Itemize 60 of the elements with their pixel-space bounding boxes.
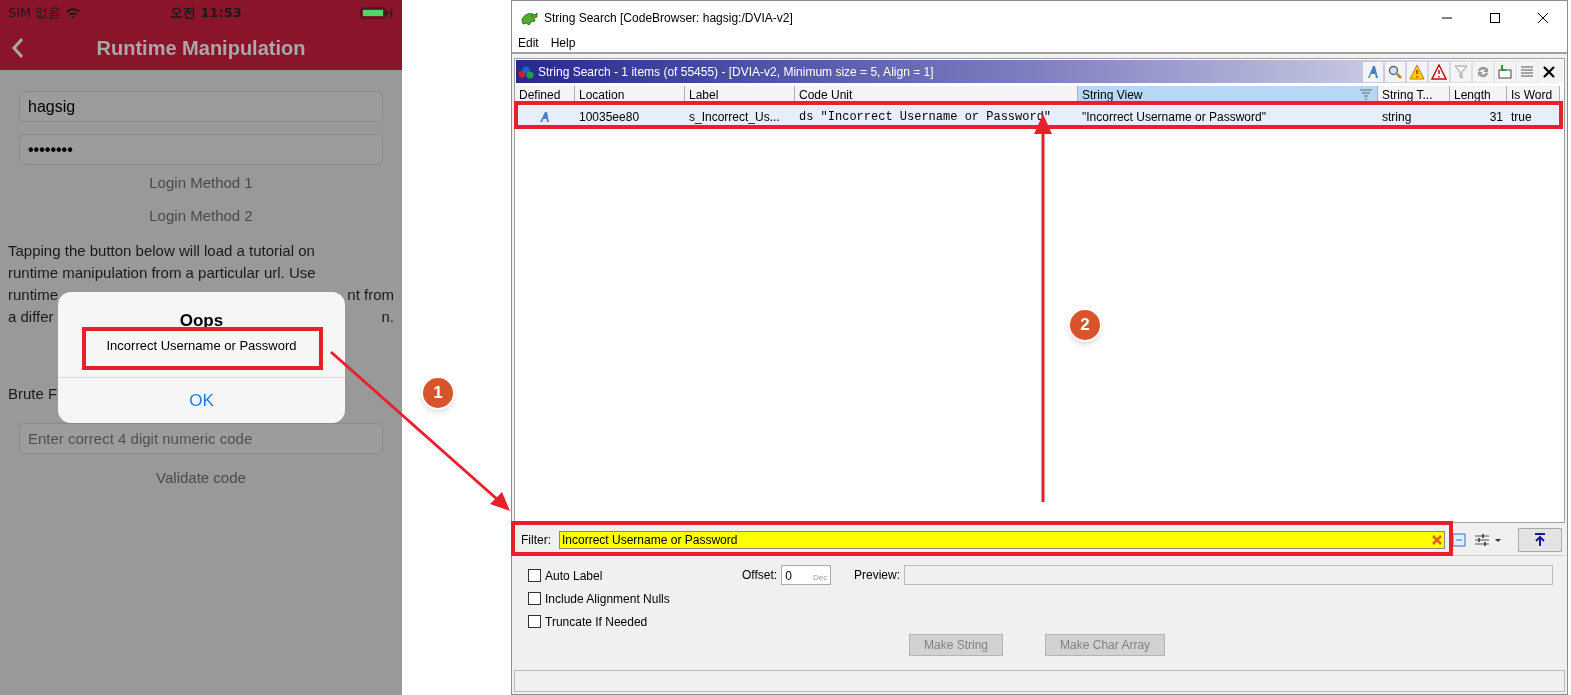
checkbox-label: Truncate If Needed (545, 613, 648, 631)
refresh-icon[interactable] (1473, 61, 1493, 82)
paragraph-text: runtime manipulation from a particular url. Use (8, 263, 316, 283)
screen-title: Runtime Manipulation (96, 36, 306, 61)
settings-icon[interactable] (1473, 532, 1503, 548)
table-cell-text: s_Incorrect_Us... (688, 109, 781, 126)
alert-title: Oops (179, 311, 224, 331)
unit-label: Dec (812, 572, 828, 584)
paragraph-text: nt from (347, 285, 394, 305)
paragraph-text: runtime (8, 285, 59, 305)
defined-icon (539, 111, 551, 123)
clear-icon[interactable] (1432, 535, 1442, 545)
filter-label: Filter: (521, 532, 551, 549)
preview-field[interactable] (904, 565, 1553, 585)
checkbox[interactable] (528, 569, 541, 582)
section-label: Brute F (8, 384, 58, 404)
step-badge: 1 (421, 376, 455, 410)
table-cell-text: 31 (1488, 109, 1504, 126)
table-cell-text: true (1510, 109, 1533, 126)
username-field[interactable]: hagsig (19, 91, 383, 122)
paragraph-text: Tapping the button below will load a tutorial on (8, 241, 315, 261)
paragraph-text: a differ (8, 307, 54, 327)
wifi-icon (65, 7, 82, 19)
search-icon[interactable] (1385, 61, 1405, 82)
menu-item[interactable]: Help (550, 34, 576, 52)
battery-icon (360, 6, 394, 20)
carrier-text: SIM 없음 (8, 4, 62, 23)
filter-field[interactable]: Incorrect Username or Password (559, 531, 1445, 549)
checkbox-label: Include Alignment Nulls (545, 590, 670, 608)
checkbox[interactable] (528, 592, 541, 605)
close-icon (1537, 11, 1549, 24)
password-field[interactable]: •••••••• (19, 134, 383, 165)
panel-title: String Search - 1 items (of 55455) - [DVIA-v2, Minimum size = 5, Align = 1] (538, 63, 934, 81)
offset-label: Offset: (742, 567, 778, 584)
window-title: String Search [CodeBrowser: hagsig:/DVIA-v2] (544, 9, 793, 27)
clock-text: 오전 11:53 (170, 4, 242, 23)
sort-icon (1359, 88, 1373, 101)
select-icon[interactable] (1495, 61, 1515, 82)
document-icon[interactable] (1451, 532, 1467, 548)
offset-field[interactable]: 0 Dec (781, 565, 832, 585)
ok-button[interactable]: OK (58, 378, 345, 423)
warning-icon[interactable] (1407, 61, 1427, 82)
back-icon[interactable] (11, 37, 25, 59)
table-cell-text: 10035ee80 (578, 109, 641, 126)
scroll-top-icon (1532, 532, 1548, 548)
code-field[interactable]: Enter correct 4 digit numeric code (19, 422, 383, 454)
table-cell-text: ds "Incorrect Username or Password" (798, 109, 1053, 126)
error-icon[interactable] (1429, 61, 1449, 82)
font-icon[interactable] (1363, 61, 1383, 82)
menu-item[interactable]: Edit (518, 34, 539, 52)
checkbox-label: Auto Label (545, 567, 603, 585)
table-row[interactable]: 10035ee80 s_Incorrect_Us... ds "Incorrect Username or Password" "Incorrect Username or Password" string 31 true (515, 106, 1564, 128)
checkbox[interactable] (528, 615, 541, 628)
paragraph-text: n. (381, 307, 394, 327)
maximize-icon (1489, 11, 1501, 24)
preview-label: Preview: (854, 567, 900, 584)
alert-message: Incorrect Username or Password (106, 337, 297, 355)
scroll-top-button[interactable] (1518, 528, 1562, 552)
table-cell-text: string (1381, 109, 1413, 126)
table-cell-text: "Incorrect Username or Password" (1081, 109, 1267, 126)
